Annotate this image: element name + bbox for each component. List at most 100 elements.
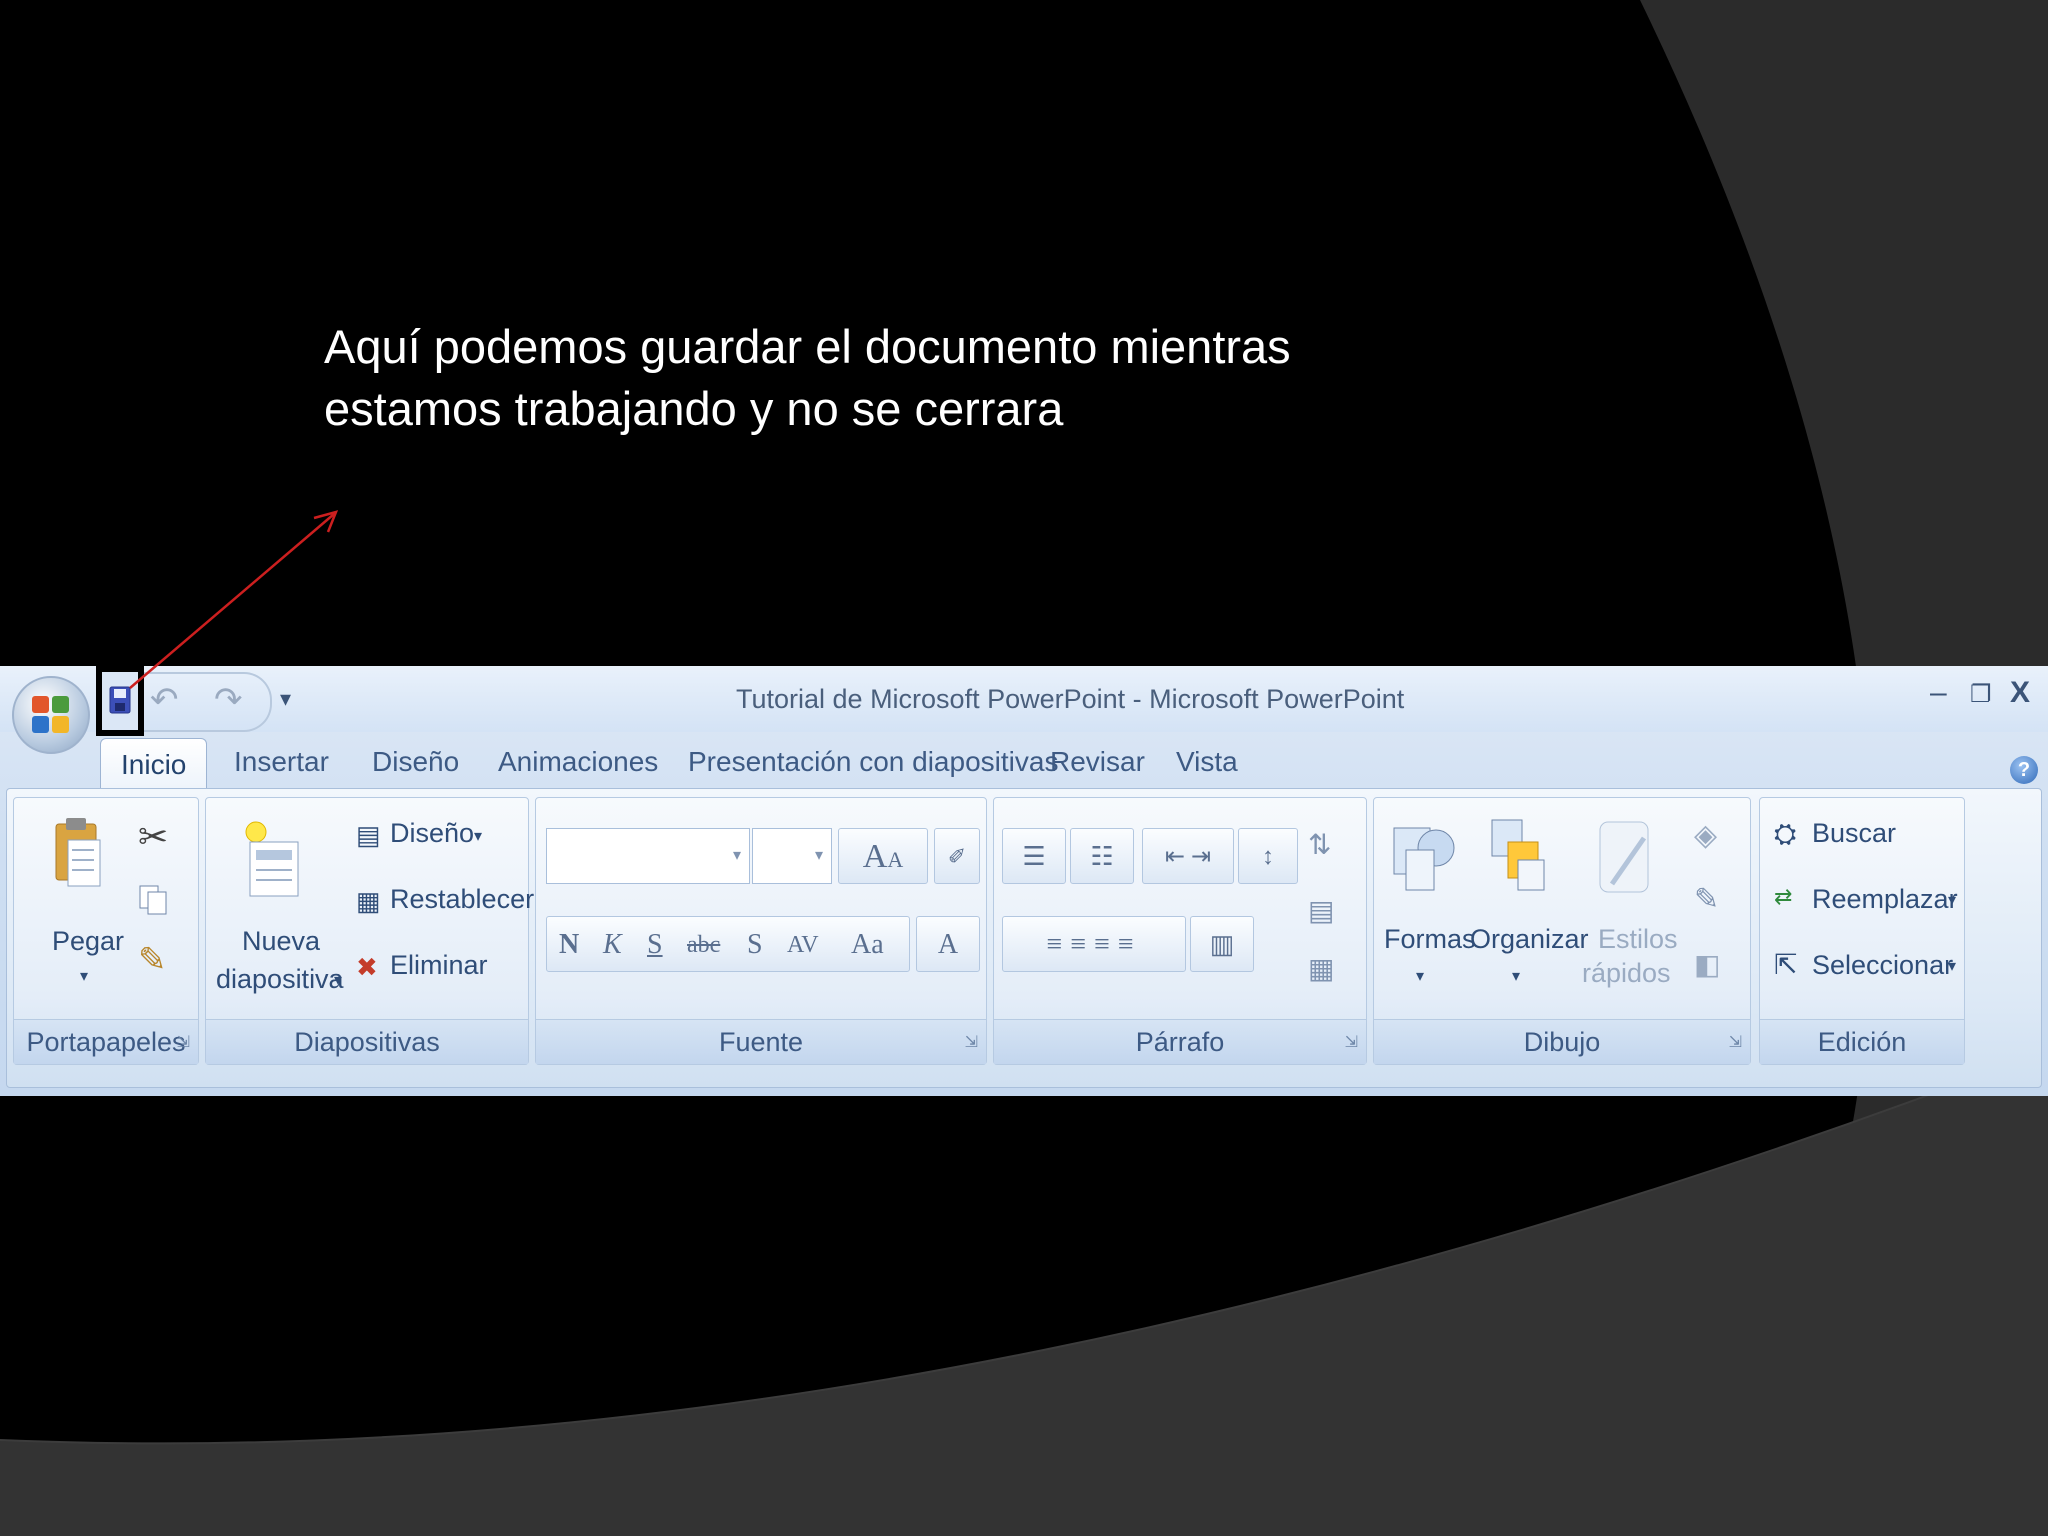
dialog-launcher-icon[interactable]: ⇲ — [177, 1032, 190, 1052]
arrange-icon — [1491, 819, 1545, 891]
copy-icon[interactable] — [138, 884, 168, 916]
shape-effects-icon[interactable]: ◧ — [1694, 948, 1720, 981]
save-button[interactable] — [96, 666, 144, 736]
cut-icon[interactable]: ✂ — [138, 816, 168, 858]
shapes-icon — [1393, 827, 1455, 891]
group-edicion: ⛭ Buscar ⇄ Reemplazar ▾ ⇱ Seleccionar ▾ … — [1759, 797, 1965, 1065]
restore-button[interactable]: ❐ — [1970, 680, 1992, 709]
group-label-fuente: Fuente — [536, 1019, 986, 1064]
group-label-parrafo: Párrafo — [994, 1019, 1366, 1064]
reset-icon: ▦ — [356, 886, 381, 916]
layout-button[interactable]: Diseño — [390, 818, 474, 849]
quick-styles-icon — [1599, 821, 1649, 893]
bullets-icon[interactable]: ☰ — [1002, 828, 1066, 884]
title-bar: ↶ ↷ ▾ Tutorial de Microsoft PowerPoint -… — [0, 666, 2048, 736]
grow-font-button[interactable]: A — [863, 838, 888, 875]
font-color-label: A — [937, 929, 959, 960]
align-text-icon[interactable]: ▤ — [1308, 894, 1334, 927]
shapes-dropdown-icon[interactable]: ▾ — [1416, 966, 1424, 986]
shape-fill-icon[interactable]: ◈ — [1694, 818, 1717, 853]
select-button[interactable]: Seleccionar — [1812, 950, 1953, 981]
binoculars-icon: ⛭ — [1774, 818, 1797, 849]
italic-button[interactable]: K — [603, 917, 622, 973]
window-title: Tutorial de Microsoft PowerPoint - Micro… — [736, 684, 1405, 714]
font-name-dropdown-icon[interactable]: ▾ — [733, 845, 741, 865]
quick-styles-label-1[interactable]: Estilos — [1598, 924, 1678, 955]
delete-button[interactable]: Eliminar — [390, 950, 488, 981]
close-button[interactable]: X — [2010, 676, 2030, 710]
layout-dropdown-icon[interactable]: ▾ — [474, 826, 482, 846]
new-slide-icon — [245, 821, 299, 897]
powerpoint-ribbon: ↶ ↷ ▾ Tutorial de Microsoft PowerPoint -… — [0, 666, 2048, 1096]
new-slide-dropdown-icon[interactable]: ▾ — [334, 970, 342, 990]
font-size-combo[interactable]: ▾ — [752, 828, 832, 884]
font-color-button[interactable]: A — [916, 916, 980, 972]
group-label-dibujo: Dibujo — [1374, 1019, 1750, 1064]
minimize-button[interactable]: – — [1930, 676, 1947, 710]
undo-button[interactable]: ↶ — [150, 680, 179, 720]
layout-icon: ▤ — [356, 820, 381, 850]
paste-icon — [55, 818, 101, 887]
select-dropdown-icon[interactable]: ▾ — [1948, 956, 1956, 976]
group-label-diapositivas: Diapositivas — [206, 1019, 528, 1064]
caption-line-2: estamos trabajando y no se cerrara — [324, 382, 1064, 435]
slide-caption: Aquí podemos guardar el documento mientr… — [324, 316, 1524, 440]
font-format-bar: N K S abc S AV Aa — [546, 916, 910, 972]
shapes-button[interactable]: Formas — [1384, 924, 1476, 955]
tab-animaciones[interactable]: Animaciones — [498, 746, 658, 778]
dialog-launcher-icon[interactable]: ⇲ — [1729, 1032, 1742, 1052]
new-slide-label-1[interactable]: Nueva — [242, 926, 320, 957]
customize-toolbar-icon[interactable]: ▾ — [280, 686, 291, 712]
caption-line-1: Aquí podemos guardar el documento mientr… — [324, 320, 1291, 373]
paste-button[interactable]: Pegar — [52, 926, 124, 957]
font-grow-shrink[interactable]: AA — [838, 828, 928, 884]
dialog-launcher-icon[interactable]: ⇲ — [965, 1032, 978, 1052]
dialog-launcher-icon[interactable]: ⇲ — [1345, 1032, 1358, 1052]
bold-button[interactable]: N — [559, 917, 579, 973]
ribbon-tabs: Inicio Insertar Diseño Animaciones Prese… — [0, 738, 2048, 788]
group-dibujo: Formas ▾ Organizar ▾ Estilos rápidos ◈ ✎… — [1373, 797, 1751, 1065]
strikethrough-button[interactable]: abc — [687, 917, 720, 973]
numbering-icon[interactable]: ☷ — [1070, 828, 1134, 884]
tab-vista[interactable]: Vista — [1176, 746, 1238, 778]
alignment-icons[interactable]: ≡≡≡≡ — [1002, 916, 1186, 972]
smartart-icon[interactable]: ▦ — [1308, 952, 1334, 985]
font-name-combo[interactable]: ▾ — [546, 828, 750, 884]
shape-outline-icon[interactable]: ✎ — [1694, 882, 1719, 917]
arrange-dropdown-icon[interactable]: ▾ — [1512, 966, 1520, 986]
tab-presentacion[interactable]: Presentación con diapositivas — [688, 746, 1058, 778]
font-size-dropdown-icon[interactable]: ▾ — [815, 845, 823, 865]
format-painter-icon[interactable]: ✎ — [138, 940, 167, 980]
text-direction-icon[interactable]: ⇅ — [1308, 828, 1331, 861]
select-cursor-icon: ⇱ — [1774, 949, 1798, 980]
tab-inicio[interactable]: Inicio — [100, 738, 208, 788]
replace-button[interactable]: Reemplazar — [1812, 884, 1958, 915]
clear-format-icon[interactable]: ✐ — [934, 828, 980, 884]
change-case-button[interactable]: Aa — [851, 917, 884, 973]
delete-icon: ✖ — [356, 952, 378, 982]
tab-revisar[interactable]: Revisar — [1050, 746, 1145, 778]
columns-icon[interactable]: ▥ — [1190, 916, 1254, 972]
replace-dropdown-icon[interactable]: ▾ — [1948, 890, 1956, 910]
redo-button[interactable]: ↷ — [214, 680, 243, 720]
underline-button[interactable]: S — [647, 917, 663, 973]
arrange-button[interactable]: Organizar — [1470, 924, 1589, 955]
office-logo-icon — [32, 696, 70, 734]
tab-diseno[interactable]: Diseño — [372, 746, 459, 778]
indent-icons[interactable]: ⇤ ⇥ — [1142, 828, 1234, 884]
new-slide-label-2[interactable]: diapositiva — [216, 964, 344, 995]
save-icon — [109, 686, 131, 714]
tab-insertar[interactable]: Insertar — [234, 746, 329, 778]
group-parrafo: ☰ ☷ ⇤ ⇥ ↕ ⇅ ▤ ▦ ≡≡≡≡ ▥ Párrafo ⇲ — [993, 797, 1367, 1065]
find-button[interactable]: Buscar — [1812, 818, 1896, 849]
quick-styles-label-2[interactable]: rápidos — [1582, 958, 1671, 989]
group-label-edicion: Edición — [1760, 1019, 1964, 1064]
replace-icon: ⇄ — [1774, 884, 1793, 909]
shrink-font-button[interactable]: A — [887, 847, 903, 872]
paste-dropdown-icon[interactable]: ▾ — [80, 966, 88, 986]
line-spacing-icon[interactable]: ↕ — [1238, 828, 1298, 884]
char-spacing-button[interactable]: AV — [787, 917, 819, 973]
ribbon-panel: Pegar ▾ ✂ ✎ Portapapeles ⇲ Nueva diaposi… — [6, 788, 2042, 1088]
reset-button[interactable]: Restablecer — [390, 884, 534, 915]
shadow-button[interactable]: S — [747, 917, 763, 973]
